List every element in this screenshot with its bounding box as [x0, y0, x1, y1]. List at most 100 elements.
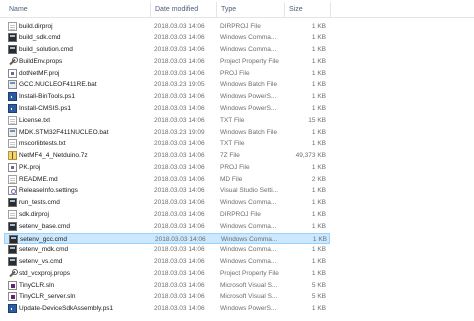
- file-name: License.txt: [19, 116, 51, 124]
- command-script-icon: [8, 33, 17, 43]
- file-row[interactable]: run_tests.cmd 2018.03.03 14:06 Windows Com…: [4, 197, 330, 208]
- file-row[interactable]: GCC.NUCLEOF411RE.bat 2018.03.23 19:05 Wind…: [4, 79, 330, 90]
- file-date-modified: 2018.03.03 14:06: [154, 222, 205, 230]
- file-row[interactable]: setenv_vs.cmd 2018.03.03 14:06 Windows Com…: [4, 256, 330, 267]
- file-size: 1 KB: [311, 128, 326, 136]
- file-type: Windows PowerS...: [220, 93, 277, 101]
- command-script-icon: [8, 245, 17, 255]
- file-row[interactable]: NetMF4_4_Netduino.7z 2018.03.03 14:06 7Z F…: [4, 150, 330, 161]
- file-row[interactable]: sdk.dirproj 2018.03.03 14:06 DIRPROJ File 1…: [4, 209, 330, 220]
- file-row[interactable]: build_solution.cmd 2018.03.03 14:06 Window…: [4, 44, 330, 55]
- powershell-icon: [8, 103, 17, 113]
- file-name: MDK.STM32F411NUCLEO.bat: [19, 128, 109, 136]
- file-type: Windows Comma...: [220, 199, 277, 207]
- file-size: 1 KB: [311, 258, 326, 266]
- file-row[interactable]: TinyCLR.sln 2018.03.03 14:06 Microsoft Vis…: [4, 280, 330, 291]
- settings-file-icon: [8, 186, 17, 196]
- file-date-modified: 2018.03.03 14:06: [154, 57, 205, 65]
- file-date-modified: 2018.03.23 19:09: [154, 128, 205, 136]
- file-row[interactable]: BuildEnv.props 2018.03.03 14:06 Project Pr…: [4, 56, 330, 67]
- file-row[interactable]: Update-DeviceSdkAssembly.ps1 2018.03.03 1…: [4, 303, 330, 314]
- file-date-modified: 2018.03.03 14:06: [154, 69, 205, 77]
- file-size: 2 KB: [311, 175, 326, 183]
- solution-icon: [8, 280, 17, 290]
- column-header-size[interactable]: Size: [284, 0, 330, 18]
- file-row[interactable]: dotNetMF.proj 2018.03.03 14:06 PROJ File 1 …: [4, 68, 330, 79]
- file-type: Windows Comma...: [220, 246, 277, 254]
- file-row[interactable]: Install-CMSIS.ps1 2018.03.03 14:06 Windows…: [4, 103, 330, 114]
- file-type: DIRPROJ File: [220, 22, 261, 30]
- file-size: 15 KB: [308, 116, 326, 124]
- file-size: 1 KB: [311, 199, 326, 207]
- file-row[interactable]: Install-BinTools.ps1 2018.03.03 14:06 Wind…: [4, 91, 330, 102]
- file-row[interactable]: build_sdk.cmd 2018.03.03 14:06 Windows Com…: [4, 32, 330, 43]
- wrench-icon: [8, 56, 18, 66]
- file-size: 1 KB: [312, 235, 327, 243]
- file-row[interactable]: setenv_base.cmd 2018.03.03 14:06 Windows C…: [4, 221, 330, 232]
- file-name: Update-DeviceSdkAssembly.ps1: [19, 305, 114, 313]
- command-script-icon: [8, 257, 17, 267]
- file-row[interactable]: License.txt 2018.03.03 14:06 TXT File 15 KB: [4, 115, 330, 126]
- file-date-modified: 2018.03.03 14:06: [154, 269, 205, 277]
- file-date-modified: 2018.03.03 14:06: [154, 187, 205, 195]
- file-size: 1 KB: [311, 104, 326, 112]
- file-date-modified: 2018.03.03 14:06: [154, 246, 205, 254]
- file-size: 1 KB: [311, 57, 326, 65]
- file-type: Windows Comma...: [220, 34, 277, 42]
- file-row[interactable]: README.md 2018.03.03 14:06 MD File 2 KB: [4, 174, 330, 185]
- powershell-icon: [8, 304, 17, 314]
- file-size: 1 KB: [311, 140, 326, 148]
- file-name: ReleaseInfo.settings: [19, 187, 78, 195]
- project-icon: [8, 68, 17, 78]
- file-size: 1 KB: [311, 22, 326, 30]
- file-date-modified: 2018.03.03 14:06: [154, 93, 205, 101]
- command-script-icon: [8, 45, 17, 55]
- file-date-modified: 2018.03.03 14:06: [154, 46, 205, 54]
- file-name: build_solution.cmd: [19, 46, 73, 54]
- file-date-modified: 2018.03.03 14:06: [154, 22, 205, 30]
- file-row[interactable]: ReleaseInfo.settings 2018.03.03 14:06 Visu…: [4, 185, 330, 196]
- document-icon: [8, 209, 17, 219]
- column-header-type[interactable]: Type: [216, 0, 284, 18]
- file-row[interactable]: PK.proj 2018.03.03 14:06 PROJ File 1 KB: [4, 162, 330, 173]
- archive-icon: [8, 151, 17, 161]
- file-row[interactable]: build.dirproj 2018.03.03 14:06 DIRPROJ Fil…: [4, 21, 330, 32]
- file-type: DIRPROJ File: [220, 210, 261, 218]
- file-type: Windows PowerS...: [220, 305, 277, 313]
- file-size: 1 KB: [311, 163, 326, 171]
- file-type: Windows Batch File: [220, 128, 278, 136]
- file-type: Visual Studio Setti...: [220, 187, 279, 195]
- file-size: 5 KB: [311, 281, 326, 289]
- file-date-modified: 2018.03.03 14:06: [154, 163, 205, 171]
- file-type: Project Property File: [220, 269, 279, 277]
- file-row[interactable]: std_vcxproj.props 2018.03.03 14:06 Project…: [4, 268, 330, 279]
- document-icon: [8, 115, 17, 125]
- file-name: GCC.NUCLEOF411RE.bat: [19, 81, 97, 89]
- file-row[interactable]: MDK.STM32F411NUCLEO.bat 2018.03.23 19:09 W…: [4, 127, 330, 138]
- column-divider[interactable]: [330, 2, 331, 17]
- file-date-modified: 2018.03.03 14:06: [154, 210, 205, 218]
- file-row[interactable]: setenv_gcc.cmd 2018.03.03 14:06 Windows Co…: [4, 232, 330, 244]
- file-row[interactable]: mscorlibtests.txt 2018.03.03 14:06 TXT Fil…: [4, 138, 330, 149]
- file-name: setenv_vs.cmd: [19, 258, 63, 266]
- file-type: MD File: [220, 175, 243, 183]
- file-name: mscorlibtests.txt: [19, 140, 66, 148]
- file-date-modified: 2018.03.03 14:06: [155, 235, 206, 243]
- file-date-modified: 2018.03.03 14:06: [154, 258, 205, 266]
- file-type: Project Property File: [220, 57, 279, 65]
- command-script-icon: [8, 221, 17, 231]
- file-date-modified: 2018.03.03 14:06: [154, 305, 205, 313]
- file-type: PROJ File: [220, 69, 250, 77]
- column-header-bar: Name Date modified Type Size: [0, 0, 474, 18]
- file-type: PROJ File: [220, 163, 250, 171]
- file-size: 1 KB: [311, 81, 326, 89]
- file-size: 1 KB: [311, 93, 326, 101]
- file-row[interactable]: TinyCLR_server.sln 2018.03.03 14:06 Micros…: [4, 291, 330, 302]
- column-header-date-modified[interactable]: Date modified: [150, 0, 216, 18]
- file-row[interactable]: setenv_mdk.cmd 2018.03.03 14:06 Windows Co…: [4, 244, 330, 255]
- file-size: 1 KB: [311, 69, 326, 77]
- file-name: build_sdk.cmd: [19, 34, 61, 42]
- file-date-modified: 2018.03.03 14:06: [154, 104, 205, 112]
- column-header-name[interactable]: Name: [4, 0, 150, 18]
- file-name: README.md: [19, 175, 58, 183]
